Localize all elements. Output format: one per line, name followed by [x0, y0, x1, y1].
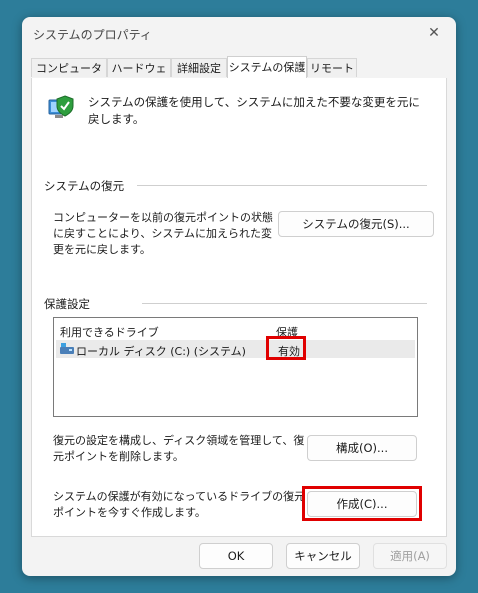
system-restore-button[interactable]: システムの復元(S)...: [278, 211, 434, 237]
system-protection-icon: [48, 95, 74, 118]
close-icon[interactable]: ✕: [412, 17, 456, 49]
create-highlight-box: [302, 486, 422, 521]
system-properties-dialog: システムのプロパティ ✕ コンピューター名 ハードウェア 詳細設定 システムの保…: [22, 17, 456, 576]
drive-list[interactable]: 利用できるドライブ 保護 ローカル ディスク (C:) (システム) 有効: [53, 317, 418, 417]
window-title: システムのプロパティ: [33, 28, 152, 42]
title-bar: システムのプロパティ ✕: [22, 17, 456, 49]
ok-button[interactable]: OK: [199, 543, 273, 569]
tab-computer-name[interactable]: コンピューター名: [31, 58, 107, 94]
tab-hardware[interactable]: ハードウェア: [107, 58, 171, 94]
group-divider: [137, 185, 427, 186]
drive-name: ローカル ディスク (C:) (システム): [76, 345, 246, 358]
configure-button[interactable]: 構成(O)...: [307, 435, 417, 461]
system-protection-panel: システムの保護を使用して、システムに加えた不要な変更を元に戻します。 システムの…: [31, 78, 447, 537]
tab-system-protection[interactable]: システムの保護: [227, 56, 307, 79]
cancel-button[interactable]: キャンセル: [286, 543, 360, 569]
tab-advanced[interactable]: 詳細設定: [171, 58, 227, 77]
group-divider: [142, 303, 427, 304]
tab-strip: コンピューター名 ハードウェア 詳細設定 システムの保護 リモート: [31, 56, 447, 94]
apply-button[interactable]: 適用(A): [373, 543, 447, 569]
intro-text: システムの保護を使用して、システムに加えた不要な変更を元に戻します。: [88, 95, 420, 126]
column-header-drives[interactable]: 利用できるドライブ: [60, 324, 159, 340]
system-restore-group-label: システムの復元: [44, 179, 125, 193]
create-description: システムの保護が有効になっているドライブの復元ポイントを今すぐ作成します。: [53, 490, 306, 519]
protection-settings-group-label: 保護設定: [44, 297, 90, 311]
drive-icon: [60, 343, 74, 354]
tab-remote[interactable]: リモート: [307, 58, 357, 77]
status-highlight-box: [266, 336, 306, 360]
system-restore-description: コンピューターを以前の復元ポイントの状態に戻すことにより、システムに加えられた変…: [53, 211, 273, 256]
configure-description: 復元の設定を構成し、ディスク領域を管理して、復元ポイントを削除します。: [53, 434, 305, 463]
